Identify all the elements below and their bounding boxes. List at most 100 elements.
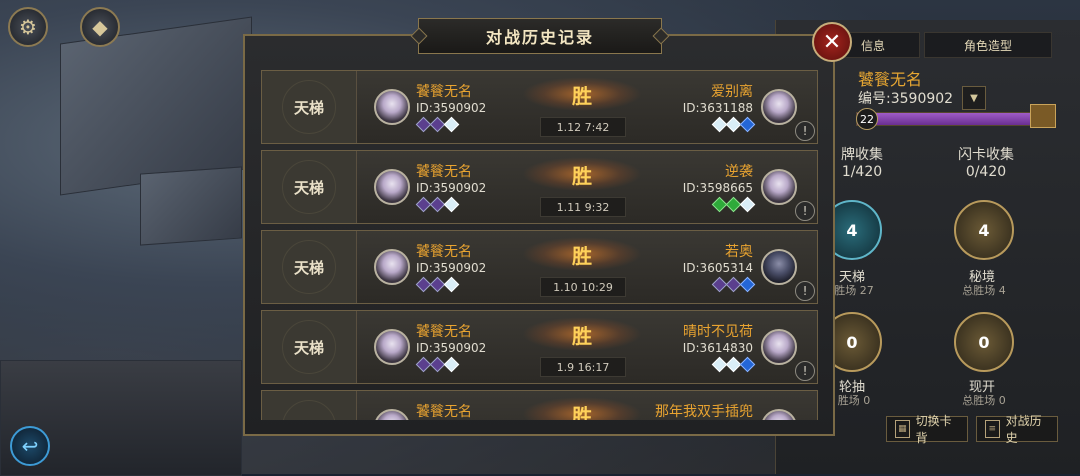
shield-icon [282, 240, 336, 294]
level-bar-fill [857, 113, 1034, 125]
shield-icon [282, 160, 336, 214]
opp-name: 那年我双手插兜 [655, 404, 753, 420]
copy-id-icon[interactable]: ▼ [962, 86, 986, 110]
opp-id: ID:3605314 [682, 261, 753, 275]
flash-collect-value: 0/420 [965, 164, 1007, 180]
gem-icon [443, 276, 460, 293]
match-time: 1.9 16:17 [540, 357, 626, 377]
match-time: 1.12 7:42 [540, 117, 626, 137]
flash-collect-label: 闪卡收集 [958, 147, 1014, 163]
opp-name: 逆袭 [725, 164, 753, 180]
chest-icon[interactable] [1030, 104, 1056, 128]
self-gems [415, 276, 460, 293]
shield-icon [282, 400, 336, 420]
card-collect-label: 牌收集 [841, 147, 883, 163]
switch-cardback-button[interactable]: ▦ 切换卡背 [886, 414, 968, 445]
gem-icon [443, 196, 460, 213]
self-id: ID:3590902 [416, 261, 487, 275]
opp-id: ID:3631188 [682, 101, 753, 115]
self-avatar[interactable] [374, 329, 410, 365]
self-gems [415, 196, 460, 213]
opp-id: ID:3598665 [682, 181, 753, 195]
match-time: 1.11 9:32 [540, 197, 626, 217]
tab-skin-label: 角色造型 [963, 38, 1012, 53]
history-row[interactable]: 天梯 饕餮无名 胜 那年我双手插兜 [261, 390, 818, 420]
level-bar [856, 112, 1048, 126]
level-number: 22 [856, 108, 878, 130]
result-win: 胜 [522, 77, 642, 111]
self-avatar[interactable] [374, 409, 410, 420]
battle-history-button[interactable]: ≡ 对战历史 [976, 414, 1058, 445]
opp-avatar[interactable] [761, 89, 797, 125]
mode-secret-badge[interactable]: 4 [954, 200, 1014, 260]
opp-avatar[interactable] [761, 249, 797, 285]
opp-avatar[interactable] [761, 169, 797, 205]
self-id: ID:3590902 [416, 101, 487, 115]
mode-sealed-sub: 总胜场 0 [962, 394, 1006, 407]
mode-ladder-count: 4 [846, 220, 858, 240]
self-gems [415, 116, 460, 133]
close-icon[interactable]: ✕ [812, 22, 852, 62]
opp-avatar[interactable] [761, 409, 797, 420]
mode-cell: 天梯 [262, 231, 357, 303]
report-icon[interactable]: ! [795, 281, 815, 301]
card-deck-icon[interactable]: ◆ [80, 7, 120, 47]
report-icon[interactable]: ! [795, 201, 815, 221]
self-name: 饕餮无名 [416, 324, 472, 340]
gem-icon [739, 196, 756, 213]
opp-name: 爱别离 [711, 84, 753, 100]
opp-gems [711, 356, 756, 373]
switch-cardback-label: 切换卡背 [915, 414, 952, 445]
gem-icon [443, 356, 460, 373]
mode-cell: 天梯 [262, 71, 357, 143]
opp-id: ID:3614830 [682, 341, 753, 355]
opp-avatar[interactable] [761, 329, 797, 365]
mode-secret-count: 4 [978, 220, 990, 240]
report-icon[interactable]: ! [795, 361, 815, 381]
gem-icon [739, 276, 756, 293]
gem-icon [739, 356, 756, 373]
self-name: 饕餮无名 [416, 164, 472, 180]
history-row[interactable]: 天梯 饕餮无名 ID:3590902 胜 1.10 10:29 若奥 ID:36… [261, 230, 818, 304]
tab-info-label: 信息 [860, 38, 885, 53]
self-id: ID:3590902 [416, 341, 487, 355]
settings-gear-icon[interactable]: ⚙ [8, 7, 48, 47]
gem-icon [739, 116, 756, 133]
cardback-icon: ▦ [895, 420, 910, 438]
mode-secret-sub: 总胜场 4 [962, 284, 1006, 297]
shield-icon [282, 320, 336, 374]
opp-gems [711, 116, 756, 133]
self-avatar[interactable] [374, 169, 410, 205]
history-row[interactable]: 天梯 饕餮无名 ID:3590902 胜 1.11 9:32 逆袭 ID:359… [261, 150, 818, 224]
self-avatar[interactable] [374, 89, 410, 125]
opp-gems [711, 196, 756, 213]
result-win: 胜 [522, 157, 642, 191]
self-name: 饕餮无名 [416, 84, 472, 100]
opp-gems [711, 276, 756, 293]
self-name: 饕餮无名 [416, 404, 472, 420]
mode-sealed-badge[interactable]: 0 [954, 312, 1014, 372]
report-icon[interactable]: ! [795, 121, 815, 141]
history-list[interactable]: 天梯 饕餮无名 ID:3590902 胜 1.12 7:42 爱别离 ID:36… [261, 70, 818, 420]
back-arrow-icon[interactable]: ↩ [10, 426, 50, 466]
player-name: 饕餮无名 [858, 70, 923, 89]
self-id: ID:3590902 [416, 181, 487, 195]
self-avatar[interactable] [374, 249, 410, 285]
opp-name: 若奥 [725, 244, 753, 260]
result-win: 胜 [522, 317, 642, 351]
history-icon: ≡ [985, 420, 1000, 438]
gem-icon [443, 116, 460, 133]
mode-sealed-count: 0 [978, 332, 990, 352]
player-id: 编号:3590902 [858, 91, 954, 107]
mode-cell: 天梯 [262, 311, 357, 383]
bg-stone-block [140, 166, 242, 246]
tab-skin[interactable]: 角色造型 [924, 32, 1052, 58]
mode-cell: 天梯 [262, 391, 357, 420]
shield-icon [282, 80, 336, 134]
history-row[interactable]: 天梯 饕餮无名 ID:3590902 胜 1.9 16:17 晴时不见荷 ID:… [261, 310, 818, 384]
self-gems [415, 356, 460, 373]
history-row[interactable]: 天梯 饕餮无名 ID:3590902 胜 1.12 7:42 爱别离 ID:36… [261, 70, 818, 144]
battle-history-label: 对战历史 [1005, 414, 1042, 445]
opp-name: 晴时不见荷 [683, 324, 753, 340]
mode-cell: 天梯 [262, 151, 357, 223]
